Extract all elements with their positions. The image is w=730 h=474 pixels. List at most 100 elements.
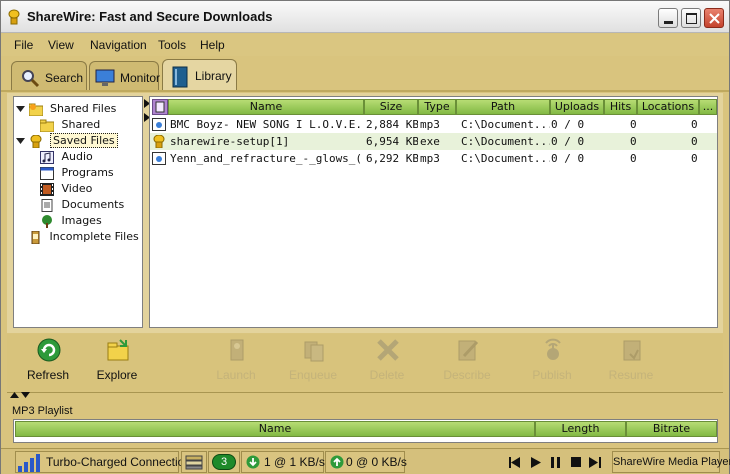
table-row[interactable]: Yenn_and_refracture_-_glows_(r... 6,292 … bbox=[150, 150, 717, 167]
tree-item-shared-files[interactable]: Shared Files bbox=[16, 102, 116, 116]
resume-button[interactable]: Resume bbox=[596, 334, 666, 390]
media-file-icon bbox=[152, 118, 166, 131]
tree-label-shared: Shared bbox=[61, 118, 101, 131]
refresh-button[interactable]: Refresh bbox=[13, 334, 83, 390]
images-icon bbox=[42, 214, 52, 228]
collapse-up-icon[interactable] bbox=[10, 392, 19, 398]
publish-button[interactable]: Publish bbox=[517, 334, 587, 390]
tree-item-video[interactable]: Video bbox=[40, 182, 92, 196]
playlist-column-length[interactable]: Length bbox=[535, 421, 626, 437]
playlist-title: MP3 Playlist bbox=[12, 405, 73, 417]
tree-item-audio[interactable]: Audio bbox=[40, 150, 93, 164]
column-type[interactable]: Type bbox=[418, 99, 456, 115]
collapse-icon bbox=[16, 137, 25, 144]
previous-track-icon[interactable] bbox=[509, 457, 521, 468]
launch-button[interactable]: Launch bbox=[201, 334, 271, 390]
upload-rate: 0 @ 0 KB/s bbox=[346, 455, 407, 469]
mp3-playlist[interactable]: Name Length Bitrate bbox=[13, 419, 718, 443]
menu-view[interactable]: View bbox=[48, 38, 74, 52]
library-tree[interactable]: Shared Files Shared Saved Files Audio Pr… bbox=[13, 96, 143, 328]
row-name: Yenn_and_refracture_-_glows_(r... bbox=[170, 152, 362, 165]
tree-item-images[interactable]: Images bbox=[40, 214, 102, 228]
files-table[interactable]: Name Size Type Path Uploads Hits Locatio… bbox=[149, 96, 718, 328]
explore-label: Explore bbox=[96, 368, 138, 382]
close-button[interactable] bbox=[704, 8, 724, 28]
tree-label-saved-files: Saved Files bbox=[50, 133, 118, 148]
sharewire-setup-icon bbox=[153, 135, 165, 148]
explore-button[interactable]: Explore bbox=[82, 334, 152, 390]
title-bar[interactable]: ShareWire: Fast and Secure Downloads bbox=[1, 1, 729, 33]
status-bar: Turbo-Charged Connection 3 1 @ 1 KB/s 0 … bbox=[1, 448, 730, 474]
minimize-icon bbox=[664, 21, 673, 24]
tab-library[interactable]: Library bbox=[162, 59, 237, 91]
row-locations: 0 bbox=[691, 135, 698, 148]
next-track-icon[interactable] bbox=[589, 457, 601, 468]
connection-label: Turbo-Charged Connection bbox=[46, 455, 191, 469]
delete-button[interactable]: Delete bbox=[352, 334, 422, 390]
tree-item-incomplete-files[interactable]: Incomplete Files bbox=[28, 230, 139, 244]
menu-help[interactable]: Help bbox=[200, 38, 225, 52]
panel-splitter[interactable] bbox=[7, 392, 723, 400]
column-icon-header[interactable] bbox=[152, 99, 168, 115]
describe-icon bbox=[458, 340, 479, 361]
library-status-button[interactable] bbox=[181, 451, 207, 473]
maximize-button[interactable] bbox=[681, 8, 701, 28]
column-name[interactable]: Name bbox=[168, 99, 364, 115]
table-header: Name Size Type Path Uploads Hits Locatio… bbox=[150, 99, 717, 116]
column-hits[interactable]: Hits bbox=[604, 99, 637, 115]
row-name: sharewire-setup[1] bbox=[170, 135, 290, 148]
tab-search[interactable]: Search bbox=[11, 61, 87, 91]
table-row[interactable]: sharewire-setup[1] 6,954 KB exe C:\Docum… bbox=[150, 133, 717, 150]
tab-strip: Search Monitor Library bbox=[1, 59, 729, 91]
row-uploads: 0 / 0 bbox=[551, 152, 585, 165]
download-status: 1 @ 1 KB/s bbox=[241, 451, 325, 473]
resume-label: Resume bbox=[608, 368, 654, 382]
menu-file[interactable]: File bbox=[14, 38, 33, 52]
menu-navigation[interactable]: Navigation bbox=[90, 38, 147, 52]
column-path[interactable]: Path bbox=[456, 99, 550, 115]
enqueue-button[interactable]: Enqueue bbox=[278, 334, 348, 390]
describe-button[interactable]: Describe bbox=[432, 334, 502, 390]
tree-label-shared-files: Shared Files bbox=[50, 102, 117, 115]
tree-label-incomplete-files: Incomplete Files bbox=[49, 230, 139, 243]
delete-label: Delete bbox=[369, 368, 405, 382]
column-locations[interactable]: Locations bbox=[637, 99, 699, 115]
books-icon bbox=[185, 455, 203, 470]
tree-item-saved-files[interactable]: Saved Files bbox=[16, 133, 118, 148]
row-uploads: 0 / 0 bbox=[551, 118, 585, 131]
tab-monitor-label: Monitor bbox=[120, 71, 161, 85]
menu-tools[interactable]: Tools bbox=[158, 38, 186, 52]
tree-label-programs: Programs bbox=[61, 166, 114, 179]
tree-item-documents[interactable]: Documents bbox=[40, 198, 124, 212]
play-icon[interactable] bbox=[531, 457, 541, 468]
stop-icon[interactable] bbox=[571, 457, 581, 467]
column-more[interactable]: ... bbox=[699, 99, 717, 115]
tree-item-programs[interactable]: Programs bbox=[40, 166, 114, 180]
expand-down-icon[interactable] bbox=[21, 392, 30, 398]
row-hits: 0 bbox=[630, 135, 637, 148]
media-player-label[interactable]: ShareWire Media Player bbox=[612, 451, 730, 473]
video-icon bbox=[40, 182, 54, 196]
table-row[interactable]: BMC Boyz- NEW SONG I L.O.V.E... 2,884 KB… bbox=[150, 116, 717, 133]
folder-star-icon bbox=[28, 103, 43, 116]
pause-icon[interactable] bbox=[551, 457, 560, 468]
row-locations: 0 bbox=[691, 152, 698, 165]
documents-icon bbox=[41, 198, 53, 212]
column-uploads[interactable]: Uploads bbox=[550, 99, 604, 115]
tab-monitor[interactable]: Monitor bbox=[89, 61, 161, 91]
launch-label: Launch bbox=[216, 368, 256, 382]
tree-label-documents: Documents bbox=[61, 198, 125, 211]
playlist-column-bitrate[interactable]: Bitrate bbox=[626, 421, 717, 437]
playlist-column-name[interactable]: Name bbox=[15, 421, 535, 437]
launch-icon bbox=[230, 339, 244, 361]
minimize-button[interactable] bbox=[658, 8, 678, 28]
sharewire-saved-icon bbox=[30, 134, 41, 148]
tree-item-shared[interactable]: Shared bbox=[40, 118, 100, 132]
row-type: mp3 bbox=[420, 118, 440, 131]
audio-icon bbox=[40, 150, 54, 164]
refresh-label: Refresh bbox=[26, 368, 70, 382]
column-size[interactable]: Size bbox=[364, 99, 418, 115]
row-size: 6,954 KB bbox=[366, 135, 418, 148]
delete-icon bbox=[377, 339, 399, 361]
tab-library-label: Library bbox=[195, 69, 232, 83]
